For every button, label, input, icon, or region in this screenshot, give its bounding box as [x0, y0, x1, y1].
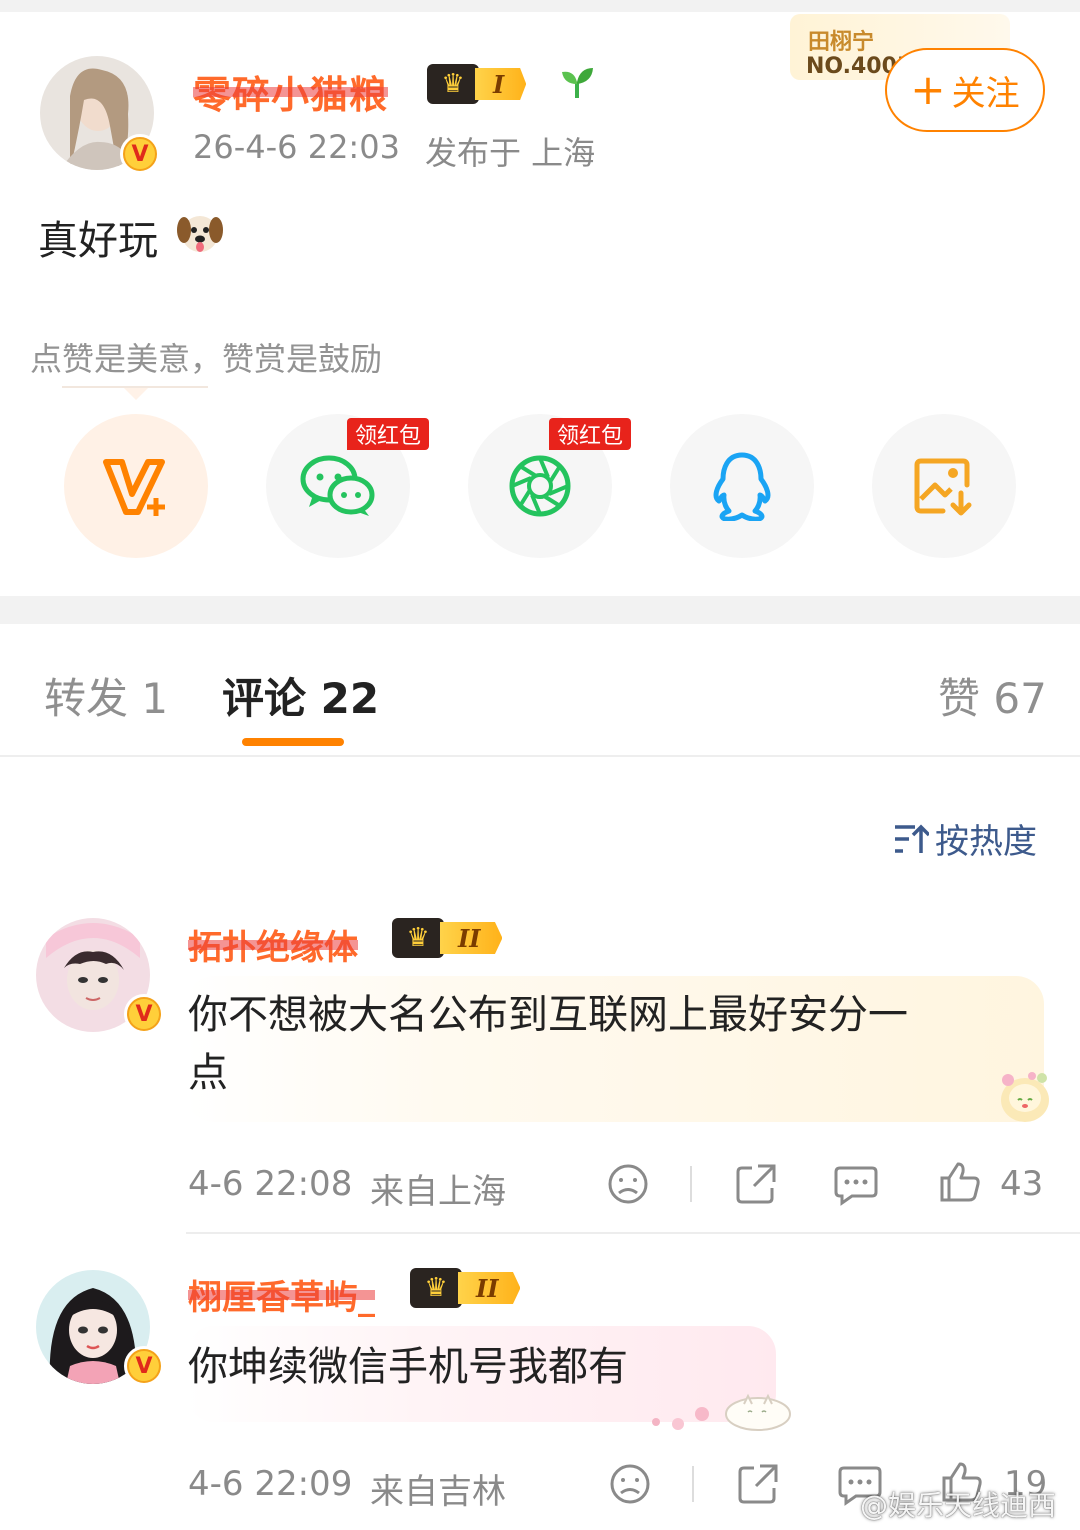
crown-icon: ♛	[410, 1268, 462, 1308]
comment-location: 来自吉林	[370, 1472, 506, 1512]
reward-tip: 点赞是美意，赞赏是鼓励	[30, 340, 383, 378]
wechat-icon	[300, 455, 375, 516]
dog-emoji-icon	[175, 210, 225, 256]
tip-pointer	[124, 388, 148, 400]
comment-avatar[interactable]: V	[36, 918, 164, 1034]
tab-divider	[0, 755, 1080, 757]
bubble-sticker	[648, 1386, 798, 1434]
author-avatar[interactable]: V	[40, 56, 160, 174]
member-level-badge: ♛ I	[427, 64, 527, 104]
comment-location: 来自上海	[370, 1172, 506, 1212]
repost-icon[interactable]	[736, 1462, 780, 1506]
member-level-text: II	[458, 1272, 521, 1304]
top-strip	[0, 0, 1080, 12]
member-level-text: II	[440, 922, 503, 954]
verified-badge-icon: V	[124, 1346, 164, 1386]
follow-button[interactable]: + 关注	[885, 48, 1045, 132]
hongbao-tag-moments: 领红包	[549, 418, 632, 450]
repost-icon[interactable]	[734, 1162, 778, 1206]
vplus-icon	[103, 459, 165, 516]
bubble-sticker	[994, 1066, 1056, 1128]
member-level-text: I	[475, 68, 527, 100]
verified-badge-icon: V	[124, 994, 164, 1034]
comment-avatar[interactable]: V	[36, 1270, 164, 1386]
comment-icon[interactable]	[834, 1162, 878, 1206]
sad-face-icon[interactable]	[606, 1162, 650, 1206]
comment-author-name[interactable]: 拓扑绝缘体	[188, 920, 358, 969]
post-author-name[interactable]: 零碎小猫粮	[193, 64, 389, 119]
member-level-badge: ♛ II	[410, 1268, 521, 1308]
like-count: 43	[1000, 1164, 1044, 1204]
sort-by-hot-button[interactable]: 按热度	[893, 814, 1037, 863]
crown-icon: ♛	[392, 918, 444, 958]
crown-icon: ♛	[427, 64, 479, 104]
hongbao-tag-wechat: 领红包	[347, 418, 430, 450]
fan-rank-name: 田栩宁	[808, 30, 875, 55]
watermark: @娱乐天线迪西	[860, 1489, 1057, 1522]
vplus-reward-button[interactable]	[64, 414, 208, 558]
sort-label: 按热度	[935, 822, 1037, 862]
moments-icon	[509, 455, 571, 517]
comment-text: 你不想被大名公布到互联网上最好安分一 点	[188, 986, 908, 1102]
comment-text-line: 你不想被大名公布到互联网上最好安分一	[188, 992, 908, 1038]
comment-divider	[186, 1232, 1080, 1234]
active-tab-indicator	[242, 738, 344, 746]
sad-face-icon[interactable]	[608, 1462, 652, 1506]
comment-text: 你坤续微信手机号我都有	[188, 1344, 628, 1390]
comment-time: 4-6 22:09	[188, 1464, 353, 1504]
section-divider	[0, 596, 1080, 624]
tab-comments[interactable]: 评论 22	[222, 665, 379, 726]
qq-icon	[713, 452, 771, 521]
save-image-icon	[914, 458, 972, 516]
post-timestamp: 26-4-6 22:03	[193, 128, 400, 166]
like-icon[interactable]	[938, 1160, 982, 1204]
follow-label: 关注	[951, 73, 1020, 114]
comment-time: 4-6 22:08	[188, 1164, 353, 1204]
tab-likes[interactable]: 赞 67	[938, 665, 1047, 726]
save-image-button[interactable]	[872, 414, 1016, 558]
post-location: 发布于 上海	[425, 134, 596, 172]
plus-icon: +	[910, 65, 946, 114]
comment-text-line: 点	[188, 1050, 228, 1096]
post-text: 真好玩	[38, 218, 158, 264]
sort-icon	[895, 824, 929, 853]
action-separator	[692, 1466, 694, 1502]
member-level-badge: ♛ II	[392, 918, 503, 958]
action-separator	[690, 1166, 692, 1202]
comment-author-name[interactable]: 栩厘香草屿_	[188, 1270, 375, 1319]
qq-share-button[interactable]	[670, 414, 814, 558]
verified-badge-icon: V	[120, 134, 160, 174]
tab-repost[interactable]: 转发 1	[44, 665, 168, 726]
sprout-icon	[558, 64, 596, 110]
